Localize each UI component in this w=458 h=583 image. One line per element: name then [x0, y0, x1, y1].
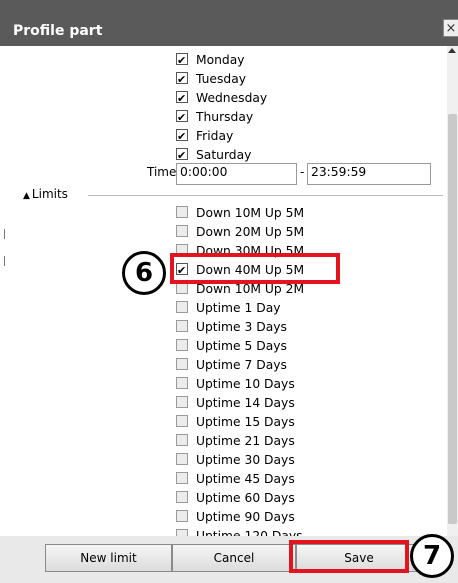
limit-label: Uptime 90 Days — [196, 510, 295, 524]
callout-7-badge: 7 — [410, 534, 454, 578]
time-to-input[interactable]: 23:59:59 — [307, 163, 431, 185]
limit-checkbox[interactable] — [176, 472, 188, 484]
limit-checkbox[interactable] — [176, 377, 188, 389]
cancel-button[interactable]: Cancel — [172, 544, 296, 572]
limit-checkbox[interactable] — [176, 339, 188, 351]
limit-row[interactable]: Uptime 120 Days — [176, 527, 304, 536]
limit-checkbox[interactable] — [176, 301, 188, 313]
limit-row[interactable]: Uptime 14 Days — [176, 394, 304, 413]
limit-label: Uptime 60 Days — [196, 491, 295, 505]
day-label: Monday — [196, 53, 245, 67]
limit-row[interactable]: Uptime 3 Days — [176, 318, 304, 337]
limit-row[interactable]: Down 20M Up 5M — [176, 223, 304, 242]
limit-checkbox[interactable] — [176, 358, 188, 370]
left-edge — [0, 46, 10, 583]
limit-label: Uptime 14 Days — [196, 396, 295, 410]
day-checkbox[interactable] — [176, 127, 188, 146]
title-bar: Profile part × — [0, 0, 458, 46]
scroll-thumb[interactable] — [448, 114, 457, 524]
highlight-save-button — [289, 540, 409, 573]
limit-checkbox[interactable] — [176, 415, 188, 427]
day-label: Saturday — [196, 148, 252, 162]
limits-legend-label: Limits — [31, 187, 68, 201]
limit-label: Uptime 1 Day — [196, 301, 281, 315]
limit-row[interactable]: Uptime 45 Days — [176, 470, 304, 489]
day-row-wednesday[interactable]: Wednesday — [176, 89, 267, 108]
day-checkbox[interactable] — [176, 89, 188, 108]
limit-checkbox[interactable] — [176, 434, 188, 446]
time-from-input[interactable]: 0:00:00 — [176, 163, 297, 185]
new-limit-button[interactable]: New limit — [45, 544, 172, 572]
limit-label: Uptime 15 Days — [196, 415, 295, 429]
callout-6-badge: 6 — [122, 251, 166, 295]
limit-label: Uptime 5 Days — [196, 339, 287, 353]
limit-label: Down 20M Up 5M — [196, 225, 305, 239]
limit-checkbox[interactable] — [176, 320, 188, 332]
limit-label: Uptime 21 Days — [196, 434, 295, 448]
limit-row[interactable]: Uptime 15 Days — [176, 413, 304, 432]
limit-checkbox[interactable] — [176, 529, 188, 536]
limit-row[interactable]: Uptime 1 Day — [176, 299, 304, 318]
limit-row[interactable]: Uptime 5 Days — [176, 337, 304, 356]
limit-row[interactable]: Uptime 10 Days — [176, 375, 304, 394]
limit-checkbox[interactable] — [176, 510, 188, 522]
scroll-up-arrow-icon[interactable] — [448, 48, 456, 53]
limit-label: Uptime 120 Days — [196, 529, 303, 536]
limit-label: Down 10M Up 2M — [196, 282, 305, 296]
day-checkbox[interactable] — [176, 146, 188, 165]
limit-row[interactable]: Uptime 30 Days — [176, 451, 304, 470]
limit-row[interactable]: Uptime 60 Days — [176, 489, 304, 508]
day-row-monday[interactable]: Monday — [176, 51, 267, 70]
limit-checkbox[interactable] — [176, 206, 188, 218]
day-checkbox[interactable] — [176, 70, 188, 89]
close-icon: × — [445, 21, 457, 36]
limit-checkbox[interactable] — [176, 396, 188, 408]
limit-row[interactable]: Uptime 90 Days — [176, 508, 304, 527]
day-row-friday[interactable]: Friday — [176, 127, 267, 146]
vertical-scrollbar[interactable] — [447, 46, 458, 536]
day-checkbox[interactable] — [176, 108, 188, 127]
profile-form: Monday Tuesday Wednesday Thursday Friday… — [10, 46, 447, 536]
time-separator: - — [300, 165, 305, 179]
day-label: Tuesday — [196, 72, 247, 86]
highlight-down-40m-row — [170, 253, 340, 284]
limit-row[interactable]: Uptime 21 Days — [176, 432, 304, 451]
day-label: Thursday — [196, 110, 254, 124]
limit-label: Uptime 7 Days — [196, 358, 287, 372]
limits-divider — [88, 195, 443, 196]
limit-row[interactable]: Down 10M Up 5M — [176, 204, 304, 223]
limit-label: Uptime 30 Days — [196, 453, 295, 467]
limit-label: Uptime 10 Days — [196, 377, 295, 391]
day-checkbox-list: Monday Tuesday Wednesday Thursday Friday… — [176, 51, 267, 165]
window-title: Profile part — [13, 23, 103, 39]
limit-row[interactable]: Uptime 7 Days — [176, 356, 304, 375]
limit-label: Down 10M Up 5M — [196, 206, 305, 220]
limit-label: Uptime 3 Days — [196, 320, 287, 334]
day-row-thursday[interactable]: Thursday — [176, 108, 267, 127]
close-button[interactable]: × — [443, 19, 458, 37]
day-row-tuesday[interactable]: Tuesday — [176, 70, 267, 89]
day-checkbox[interactable] — [176, 51, 188, 70]
day-label: Wednesday — [196, 91, 268, 105]
limit-checkbox[interactable] — [176, 453, 188, 465]
day-label: Friday — [196, 129, 234, 143]
limit-label: Uptime 45 Days — [196, 472, 295, 486]
limit-checkbox[interactable] — [176, 225, 188, 237]
limit-checkbox[interactable] — [176, 491, 188, 503]
limits-section-toggle[interactable]: ▲ Limits — [23, 187, 68, 201]
collapse-triangle-icon: ▲ — [23, 191, 30, 201]
